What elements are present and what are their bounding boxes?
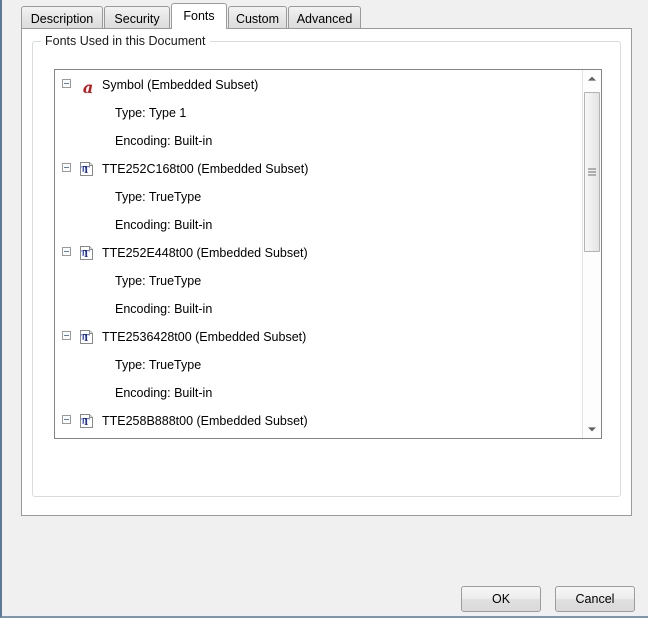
cancel-button[interactable]: Cancel <box>555 586 635 612</box>
svg-text:T: T <box>81 166 86 173</box>
fonts-list-box[interactable]: a Symbol (Embedded Subset) Type: Type 1 Enc… <box>54 69 602 439</box>
svg-text:T: T <box>81 418 86 425</box>
font-detail-item[interactable]: Encoding: Built-in <box>55 210 583 238</box>
fonts-list-content: a Symbol (Embedded Subset) Type: Type 1 Enc… <box>55 70 583 438</box>
font-detail-label: Encoding: Built-in <box>115 217 213 232</box>
tab-fonts[interactable]: Fonts <box>171 3 227 29</box>
collapse-minus-icon[interactable] <box>62 163 71 173</box>
font-detail-item[interactable]: Type: Type 1 <box>55 98 583 126</box>
scroll-up-arrow-icon[interactable] <box>583 70 601 88</box>
tab-security[interactable]: Security <box>104 6 170 28</box>
font-list-item[interactable]: T T TTE2536428t00 (Embedded Subset) <box>55 322 583 350</box>
fonts-list-vertical-scrollbar[interactable] <box>582 70 601 438</box>
ok-button[interactable]: OK <box>461 586 541 612</box>
scroll-up-arrow-glyph <box>588 76 596 81</box>
collapse-minus-icon[interactable] <box>62 79 71 89</box>
dialog-client-area: Description Security Fonts Custom Advanced F… <box>4 0 648 616</box>
scrollbar-grip-icon <box>588 168 596 176</box>
truetype-font-icon: TT <box>79 411 97 429</box>
font-list-item[interactable]: a Symbol (Embedded Subset) <box>55 70 583 98</box>
font-detail-label: Encoding: Built-in <box>115 301 213 316</box>
font-detail-item[interactable]: Encoding: Built-in <box>55 126 583 154</box>
font-list-item[interactable]: T T TTE252C168t00 (Embedded Subset) <box>55 154 583 182</box>
tab-advanced[interactable]: Advanced <box>288 6 361 28</box>
font-detail-item[interactable]: Type: TrueType <box>55 182 583 210</box>
font-detail-item[interactable]: Encoding: Built-in <box>55 294 583 322</box>
type1-alpha-glyph: a <box>82 77 94 97</box>
truetype-font-icon: TT <box>79 327 97 345</box>
scrollbar-thumb[interactable] <box>584 92 600 252</box>
font-detail-item[interactable]: Type: TrueType <box>55 266 583 294</box>
font-name-label: Symbol (Embedded Subset) <box>102 77 259 92</box>
truetype-font-icon: TT <box>79 159 97 177</box>
font-name-label: TTE2536428t00 (Embedded Subset) <box>102 329 307 344</box>
font-name-label: TTE252C168t00 (Embedded Subset) <box>102 161 309 176</box>
collapse-minus-icon[interactable] <box>62 415 71 425</box>
fonts-tab-page: Fonts Used in this Document a Symbol (Emb… <box>21 28 632 516</box>
font-name-label: TTE258B888t00 (Embedded Subset) <box>102 413 308 428</box>
font-name-label: TTE252E448t00 (Embedded Subset) <box>102 245 308 260</box>
fonts-group-box: Fonts Used in this Document a Symbol (Emb… <box>32 34 621 497</box>
font-detail-item[interactable]: Type: TrueType <box>55 350 583 378</box>
font-detail-item[interactable]: Encoding: Built-in <box>55 378 583 406</box>
font-detail-label: Type: TrueType <box>115 273 202 288</box>
type1-font-icon: a <box>79 75 97 96</box>
svg-text:T: T <box>81 334 86 341</box>
scroll-down-arrow-glyph <box>588 427 596 432</box>
tab-custom[interactable]: Custom <box>228 6 287 28</box>
collapse-minus-icon[interactable] <box>62 247 71 257</box>
font-detail-label: Type: Type 1 <box>115 105 187 120</box>
font-list-item[interactable]: T T TTE258B888t00 (Embedded Subset) <box>55 406 583 434</box>
font-detail-label: Type: TrueType <box>115 189 202 204</box>
collapse-minus-icon[interactable] <box>62 331 71 341</box>
tab-description[interactable]: Description <box>21 6 103 28</box>
tab-strip: Description Security Fonts Custom Advanced <box>21 0 632 29</box>
svg-text:T: T <box>81 250 86 257</box>
font-list-item[interactable]: T T TTE252E448t00 (Embedded Subset) <box>55 238 583 266</box>
font-detail-label: Encoding: Built-in <box>115 133 213 148</box>
truetype-font-icon: TT <box>79 243 97 261</box>
scroll-down-arrow-icon[interactable] <box>583 420 601 438</box>
properties-dialog-window: Description Security Fonts Custom Advanced F… <box>0 0 648 618</box>
font-detail-label: Encoding: Built-in <box>115 385 213 400</box>
font-detail-label: Type: TrueType <box>115 357 202 372</box>
fonts-group-box-label: Fonts Used in this Document <box>41 34 210 48</box>
